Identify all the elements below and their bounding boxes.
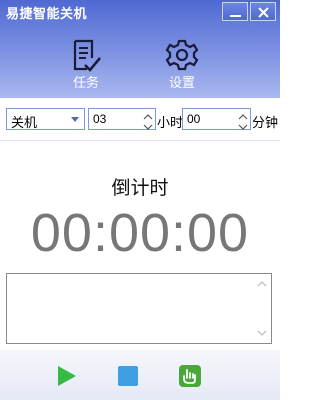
hours-stepper-buttons — [141, 109, 155, 130]
stop-button[interactable] — [116, 364, 140, 388]
tasks-button[interactable]: 任务 — [61, 38, 111, 94]
countdown-display: 00:00:00 — [30, 203, 250, 263]
hours-input[interactable] — [89, 109, 145, 129]
minutes-stepper[interactable] — [182, 108, 251, 130]
action-select[interactable]: 关机 — [6, 108, 85, 130]
tasks-label: 任务 — [72, 75, 99, 90]
scrollbar[interactable] — [254, 275, 270, 342]
chevron-down-icon — [238, 124, 248, 130]
minutes-decrement-button[interactable] — [236, 119, 250, 130]
settings-label: 设置 — [168, 75, 195, 90]
hours-stepper[interactable] — [88, 108, 156, 130]
title-bar[interactable]: 易捷智能关机 — [0, 0, 280, 24]
window-title: 易捷智能关机 — [6, 6, 88, 21]
minutes-stepper-buttons — [236, 109, 250, 130]
log-textarea[interactable] — [6, 273, 272, 344]
minutes-unit-label: 分钟 — [252, 115, 279, 130]
countdown-panel: 倒计时 00:00:00 — [0, 140, 280, 350]
play-icon — [58, 366, 76, 386]
minimize-button[interactable] — [222, 2, 248, 21]
hours-increment-button[interactable] — [141, 109, 155, 120]
hand-icon — [179, 365, 201, 387]
settings-button[interactable]: 设置 — [157, 38, 207, 94]
minimize-icon — [230, 15, 241, 17]
app-window: 易捷智能关机 任务 设置 关机 03 小时 00 分钟 倒计时 00:00:00 — [0, 0, 280, 400]
task-list-icon — [73, 39, 101, 72]
countdown-label: 倒计时 — [111, 178, 169, 199]
close-button[interactable] — [250, 2, 276, 21]
hours-unit-label: 小时 — [157, 115, 184, 130]
minutes-input[interactable] — [183, 109, 239, 129]
hand-button[interactable] — [178, 364, 202, 388]
gear-icon — [165, 39, 199, 71]
stop-icon — [118, 366, 138, 386]
hours-decrement-button[interactable] — [141, 119, 155, 130]
action-select-value: 关机 — [11, 115, 38, 130]
footer-toolbar — [0, 350, 280, 400]
close-icon — [258, 7, 269, 18]
chevron-down-icon — [143, 124, 153, 130]
timer-controls: 关机 小时 — [0, 98, 280, 140]
minutes-increment-button[interactable] — [236, 109, 250, 120]
chevron-down-icon — [71, 117, 79, 122]
header: 易捷智能关机 任务 设置 — [0, 0, 280, 98]
start-button[interactable] — [54, 364, 78, 388]
